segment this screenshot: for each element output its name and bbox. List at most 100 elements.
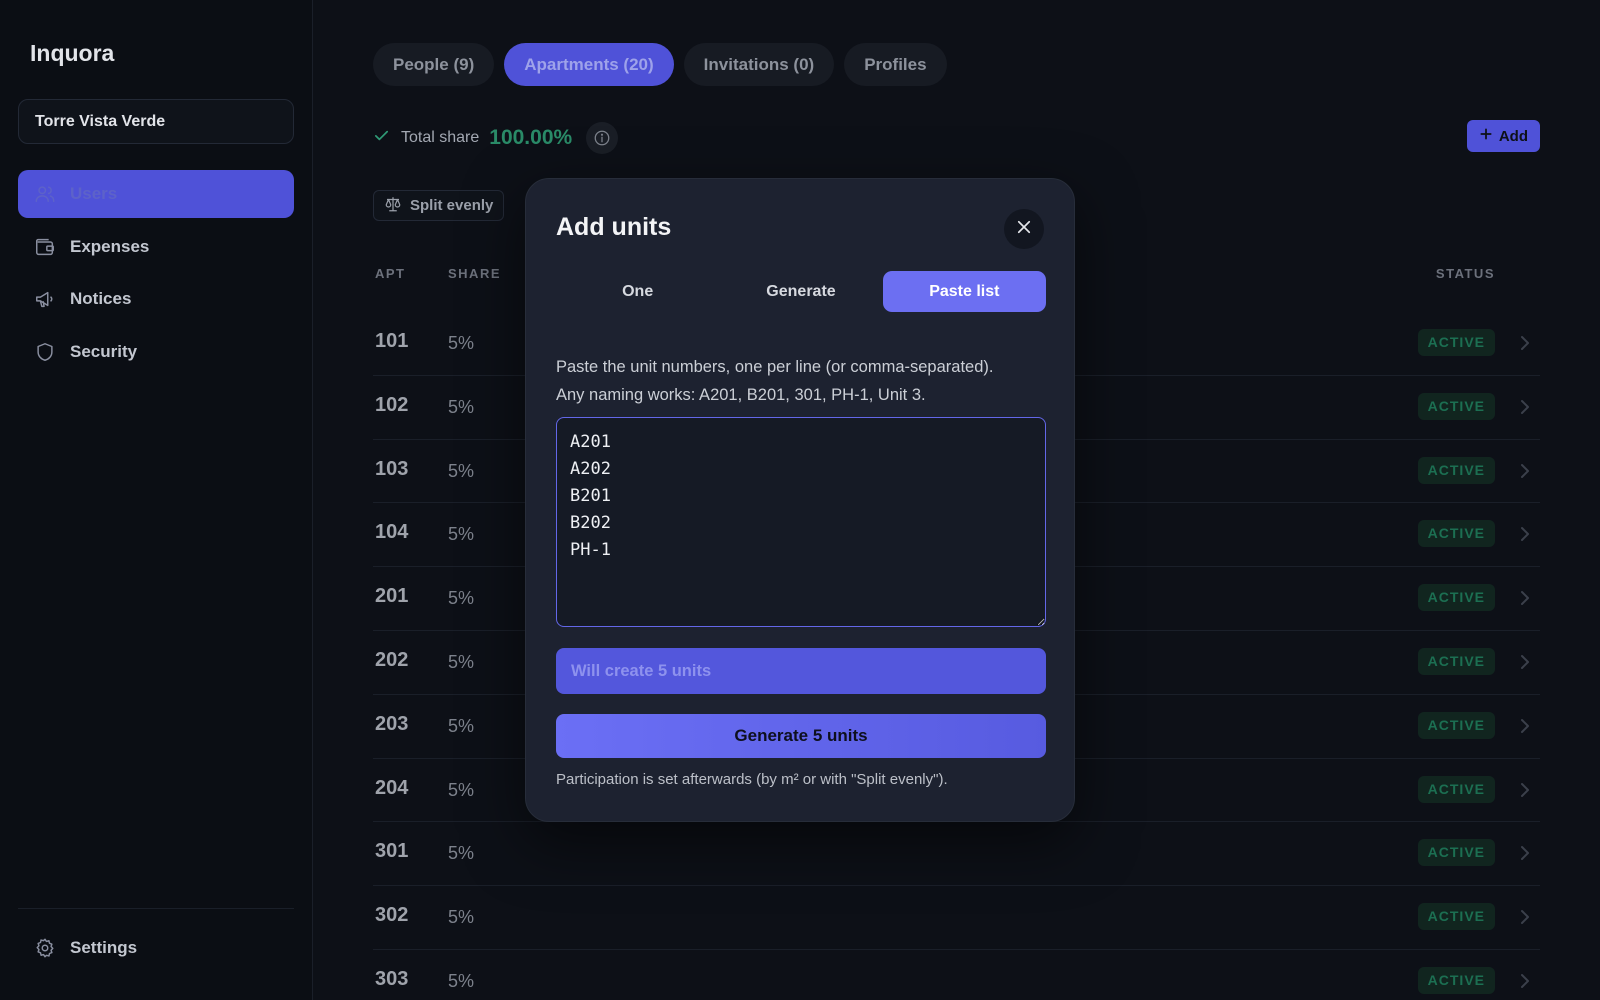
unit-list-textarea[interactable] (556, 417, 1046, 627)
apt-share: 5% (448, 396, 475, 417)
tab-profiles[interactable]: Profiles (844, 43, 947, 86)
wallet-icon (34, 236, 56, 258)
participation-note: Participation is set afterwards (by m² o… (556, 771, 948, 788)
paste-instructions: Paste the unit numbers, one per line (or… (556, 353, 1046, 409)
check-icon (373, 127, 390, 149)
sidebar-item-notices[interactable]: Notices (18, 275, 294, 323)
sidebar-divider (18, 908, 294, 909)
close-icon (1015, 218, 1033, 241)
sidebar-item-expenses[interactable]: Expenses (18, 223, 294, 271)
apt-number: 203 (375, 712, 409, 735)
sidebar-item-settings[interactable]: Settings (18, 924, 294, 972)
apt-share: 5% (448, 460, 475, 481)
table-row[interactable]: 303 5% ACTIVE (373, 950, 1540, 1000)
apt-number: 302 (375, 904, 409, 927)
apt-share: 5% (448, 333, 475, 353)
apt-number: 102 (375, 393, 409, 416)
status-badge: ACTIVE (1417, 456, 1495, 484)
status-badge: ACTIVE (1417, 966, 1495, 994)
chevron-right-icon[interactable] (1518, 971, 1532, 991)
sidebar-item-label: Notices (70, 289, 132, 308)
apt-share: 5% (448, 907, 475, 928)
table-row[interactable]: 302 5% ACTIVE (373, 886, 1540, 950)
apt-number: 202 (375, 648, 409, 671)
split-evenly-label: Split evenly (410, 197, 494, 214)
chevron-right-icon[interactable] (1518, 843, 1532, 863)
apt-number: 303 (375, 967, 409, 990)
column-header-share: SHARE (448, 266, 502, 281)
sidebar-item-label: Security (70, 341, 138, 361)
mode-one[interactable]: One (556, 271, 719, 312)
close-button[interactable] (1004, 209, 1044, 249)
status-badge: ACTIVE (1417, 329, 1495, 356)
apt-share: 5% (448, 588, 475, 609)
mode-paste-list[interactable]: Paste list (882, 271, 1046, 312)
apt-share: 5% (448, 524, 475, 545)
plus-icon (1479, 127, 1493, 145)
status-badge: ACTIVE (1417, 584, 1495, 612)
sidebar: Inquora Torre Vista Verde Users Expenses… (0, 0, 313, 1000)
modal-title: Add units (556, 213, 672, 241)
apt-share: 5% (448, 843, 475, 864)
chevron-right-icon[interactable] (1518, 333, 1532, 353)
status-badge: ACTIVE (1417, 647, 1495, 675)
chevron-right-icon[interactable] (1518, 397, 1532, 417)
apt-number: 104 (375, 521, 409, 544)
building-selector[interactable]: Torre Vista Verde (18, 99, 294, 144)
mode-generate[interactable]: Generate (719, 271, 882, 312)
total-share-label: Total share (401, 129, 480, 146)
chevron-right-icon[interactable] (1518, 652, 1532, 672)
apt-number: 103 (375, 457, 409, 480)
status-badge: ACTIVE (1417, 392, 1495, 420)
apt-share: 5% (448, 651, 475, 672)
total-share-value: 100.00% (489, 126, 573, 149)
status-badge: ACTIVE (1417, 711, 1495, 739)
sidebar-nav: Users Expenses Notices Security (18, 170, 294, 380)
sidebar-item-security[interactable]: Security (18, 328, 294, 376)
column-header-apt: APT (375, 266, 406, 281)
instructions-line-1: Paste the unit numbers, one per line (or… (556, 358, 994, 376)
status-badge: ACTIVE (1417, 775, 1495, 803)
apt-share: 5% (448, 970, 475, 991)
apt-share: 5% (448, 715, 475, 736)
megaphone-icon (34, 288, 56, 310)
chevron-right-icon[interactable] (1518, 780, 1532, 800)
tab-people[interactable]: People (9) (373, 43, 495, 86)
tab-invitations[interactable]: Invitations (0) (683, 43, 835, 86)
status-badge: ACTIVE (1417, 903, 1495, 931)
add-button[interactable]: Add (1466, 120, 1540, 152)
apt-number: 101 (375, 330, 409, 352)
instructions-line-2: Any naming works: A201, B201, 301, PH-1,… (556, 386, 926, 404)
add-units-modal: Add units One Generate Paste list Paste … (525, 178, 1075, 822)
add-button-label: Add (1498, 127, 1528, 145)
apt-number: 201 (375, 585, 409, 608)
sidebar-item-label: Settings (70, 938, 138, 957)
total-share: Total share 100.00% (373, 122, 619, 154)
apt-number: 301 (375, 840, 409, 863)
mode-selector: One Generate Paste list (556, 271, 1046, 312)
users-icon (34, 183, 56, 205)
tab-apartments[interactable]: Apartments (20) (504, 43, 674, 86)
table-row[interactable]: 301 5% ACTIVE (373, 822, 1540, 887)
scale-icon (384, 195, 402, 217)
sidebar-item-users[interactable]: Users (18, 170, 294, 218)
units-preview: Will create 5 units (556, 648, 1046, 694)
apt-number: 204 (375, 776, 409, 799)
status-badge: ACTIVE (1417, 520, 1495, 548)
chevron-right-icon[interactable] (1518, 524, 1532, 544)
sidebar-item-label: Expenses (70, 236, 150, 256)
gear-icon (34, 937, 56, 959)
chevron-right-icon[interactable] (1518, 716, 1532, 736)
generate-units-button[interactable]: Generate 5 units (556, 714, 1046, 758)
chevron-right-icon[interactable] (1518, 588, 1532, 608)
column-header-status: STATUS (1435, 266, 1495, 281)
chevron-right-icon[interactable] (1518, 907, 1532, 927)
app-logo: Inquora (30, 40, 115, 66)
split-evenly-button[interactable]: Split evenly (373, 190, 505, 221)
sidebar-item-label: Users (70, 184, 118, 203)
chevron-right-icon[interactable] (1518, 461, 1532, 481)
shield-icon (34, 341, 56, 363)
status-badge: ACTIVE (1417, 839, 1495, 867)
info-icon[interactable] (586, 122, 619, 154)
tab-bar: People (9) Apartments (20) Invitations (… (373, 43, 947, 86)
